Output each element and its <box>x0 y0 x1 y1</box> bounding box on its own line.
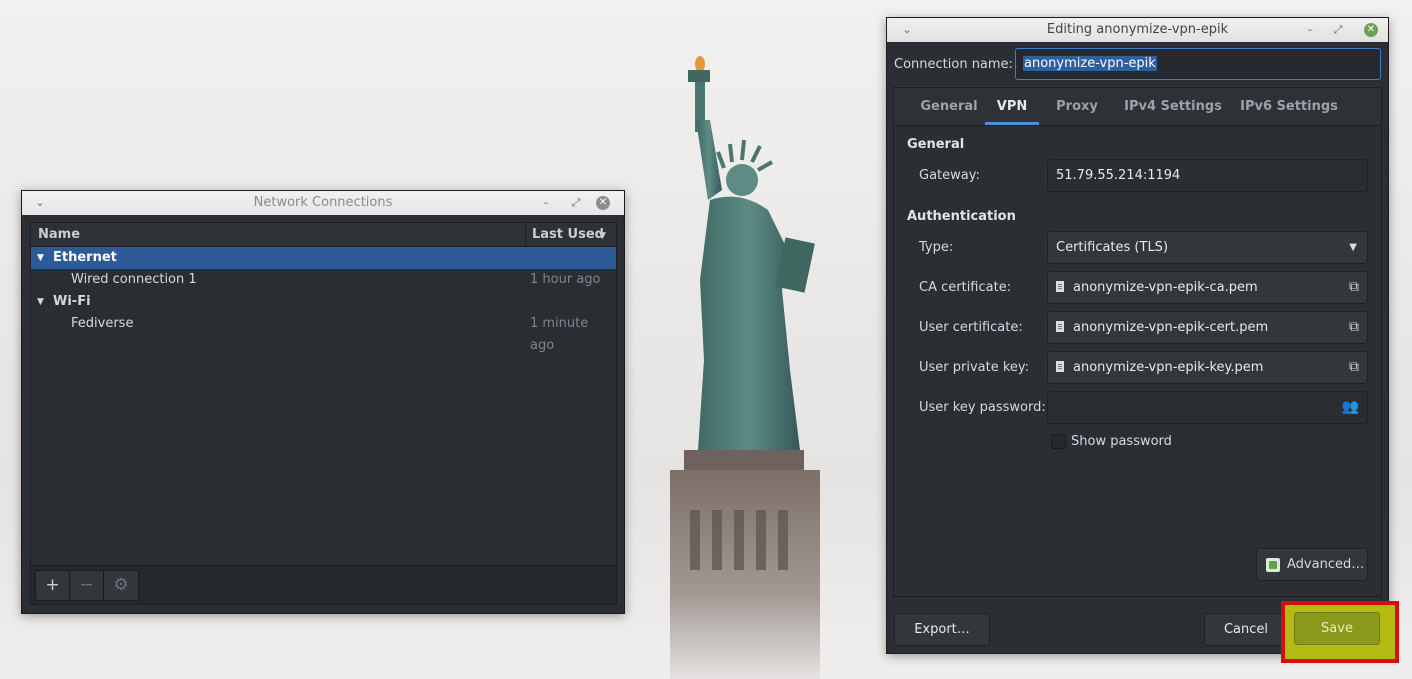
user-private-key-chooser[interactable]: anonymize-vpn-epik-key.pem ⧉ <box>1047 351 1368 384</box>
window-menu-icon[interactable]: ⌄ <box>30 191 50 215</box>
user-private-key-value: anonymize-vpn-epik-key.pem <box>1073 360 1264 375</box>
tab-ipv4-settings[interactable]: IPv4 Settings <box>1120 88 1226 125</box>
user-certificate-chooser[interactable]: anonymize-vpn-epik-cert.pem ⧉ <box>1047 311 1368 344</box>
show-password-checkbox[interactable] <box>1051 434 1066 449</box>
user-key-password-label: User key password: <box>919 400 1046 415</box>
tab-general[interactable]: General <box>911 88 987 125</box>
remove-connection-button[interactable]: − <box>70 571 104 600</box>
connection-last-used: 1 hour ago <box>530 272 601 287</box>
copy-icon[interactable]: ⧉ <box>1349 312 1359 343</box>
expander-down-icon[interactable]: ▼ <box>37 291 44 313</box>
window-menu-icon[interactable]: ⌄ <box>897 18 917 42</box>
connection-name: Fediverse <box>71 316 134 331</box>
user-private-key-label: User private key: <box>919 360 1030 375</box>
group-label: Ethernet <box>53 250 117 265</box>
type-dropdown[interactable]: Certificates (TLS) ▼ <box>1047 231 1368 264</box>
cancel-button[interactable]: Cancel <box>1204 613 1288 646</box>
user-key-password-input[interactable]: 👥 <box>1047 391 1368 424</box>
window-title: Editing anonymize-vpn-epik <box>1046 22 1229 37</box>
connection-last-used: 1 minute ago <box>530 316 589 353</box>
settings-icon <box>1266 558 1280 572</box>
advanced-button[interactable]: Advanced… <box>1256 548 1368 581</box>
ca-certificate-chooser[interactable]: anonymize-vpn-epik-ca.pem ⧉ <box>1047 271 1368 304</box>
type-label: Type: <box>919 240 954 255</box>
copy-icon[interactable]: ⧉ <box>1349 352 1359 383</box>
maximize-icon[interactable]: ⤢ <box>1328 18 1348 42</box>
document-icon <box>1056 281 1064 292</box>
section-authentication-title: Authentication <box>907 209 1016 224</box>
tab-ipv6-settings[interactable]: IPv6 Settings <box>1237 88 1341 125</box>
network-connections-window: ⌄ Network Connections – ⤢ ✕ Name Last Us… <box>21 190 625 614</box>
group-row-ethernet[interactable]: ▼ Ethernet <box>31 247 616 269</box>
users-icon[interactable]: 👥 <box>1342 392 1359 423</box>
window-title: Network Connections <box>253 195 393 210</box>
titlebar[interactable]: ⌄ Network Connections – ⤢ ✕ <box>22 191 624 215</box>
add-connection-button[interactable]: + <box>36 571 70 600</box>
connection-row-wired[interactable]: Wired connection 1 1 hour ago <box>31 269 616 291</box>
expander-down-icon[interactable]: ▼ <box>37 247 44 269</box>
gear-icon[interactable]: ⚙ <box>104 571 138 600</box>
export-button[interactable]: Export… <box>894 613 990 646</box>
column-last-used[interactable]: Last Used <box>532 223 604 247</box>
column-separator <box>525 223 526 247</box>
group-row-wifi[interactable]: ▼ Wi-Fi <box>31 291 616 313</box>
save-button[interactable]: Save <box>1294 612 1380 645</box>
gateway-value: 51.79.55.214:1194 <box>1056 168 1181 183</box>
show-password-label[interactable]: Show password <box>1071 434 1172 449</box>
group-label: Wi-Fi <box>53 294 91 309</box>
tab-bar: General VPN Proxy IPv4 Settings IPv6 Set… <box>894 88 1381 126</box>
gateway-label: Gateway: <box>919 168 980 183</box>
sort-down-icon: ▼ <box>599 231 606 241</box>
user-certificate-value: anonymize-vpn-epik-cert.pem <box>1073 320 1269 335</box>
ca-certificate-label: CA certificate: <box>919 280 1012 295</box>
tab-vpn[interactable]: VPN <box>985 88 1039 125</box>
copy-icon[interactable]: ⧉ <box>1349 272 1359 303</box>
user-certificate-label: User certificate: <box>919 320 1023 335</box>
maximize-icon[interactable]: ⤢ <box>566 191 586 215</box>
ca-certificate-value: anonymize-vpn-epik-ca.pem <box>1073 280 1258 295</box>
gateway-input[interactable]: 51.79.55.214:1194 <box>1047 159 1368 192</box>
type-value: Certificates (TLS) <box>1056 240 1169 255</box>
settings-notebook: General VPN Proxy IPv4 Settings IPv6 Set… <box>893 87 1382 597</box>
dropdown-arrow-icon: ▼ <box>1349 242 1357 253</box>
connection-name-label: Connection name: <box>894 57 1013 72</box>
connection-name: Wired connection 1 <box>71 272 197 287</box>
close-icon[interactable]: ✕ <box>1364 23 1378 37</box>
statue-of-liberty-wallpaper <box>670 56 820 679</box>
list-header: Name Last Used ▼ <box>31 223 616 247</box>
minimize-icon[interactable]: – <box>536 191 556 215</box>
document-icon <box>1056 361 1064 372</box>
connection-row-fediverse[interactable]: Fediverse 1 minute ago <box>31 313 616 353</box>
titlebar[interactable]: ⌄ Editing anonymize-vpn-epik – ⤢ ✕ <box>887 18 1388 42</box>
connections-list: Name Last Used ▼ ▼ Ethernet Wired connec… <box>30 222 617 566</box>
connection-name-value: anonymize-vpn-epik <box>1023 56 1157 71</box>
advanced-label: Advanced… <box>1287 557 1365 572</box>
minimize-icon[interactable]: – <box>1300 18 1320 42</box>
tab-proxy[interactable]: Proxy <box>1046 88 1108 125</box>
toolbar-button-group: + − ⚙ <box>35 570 139 601</box>
section-general-title: General <box>907 137 965 152</box>
close-icon[interactable]: ✕ <box>596 196 610 210</box>
edit-connection-window: ⌄ Editing anonymize-vpn-epik – ⤢ ✕ Conne… <box>886 17 1389 654</box>
connection-name-input[interactable]: anonymize-vpn-epik <box>1015 48 1381 80</box>
column-name[interactable]: Name <box>38 223 80 247</box>
list-toolbar: + − ⚙ <box>30 566 617 605</box>
document-icon <box>1056 321 1064 332</box>
